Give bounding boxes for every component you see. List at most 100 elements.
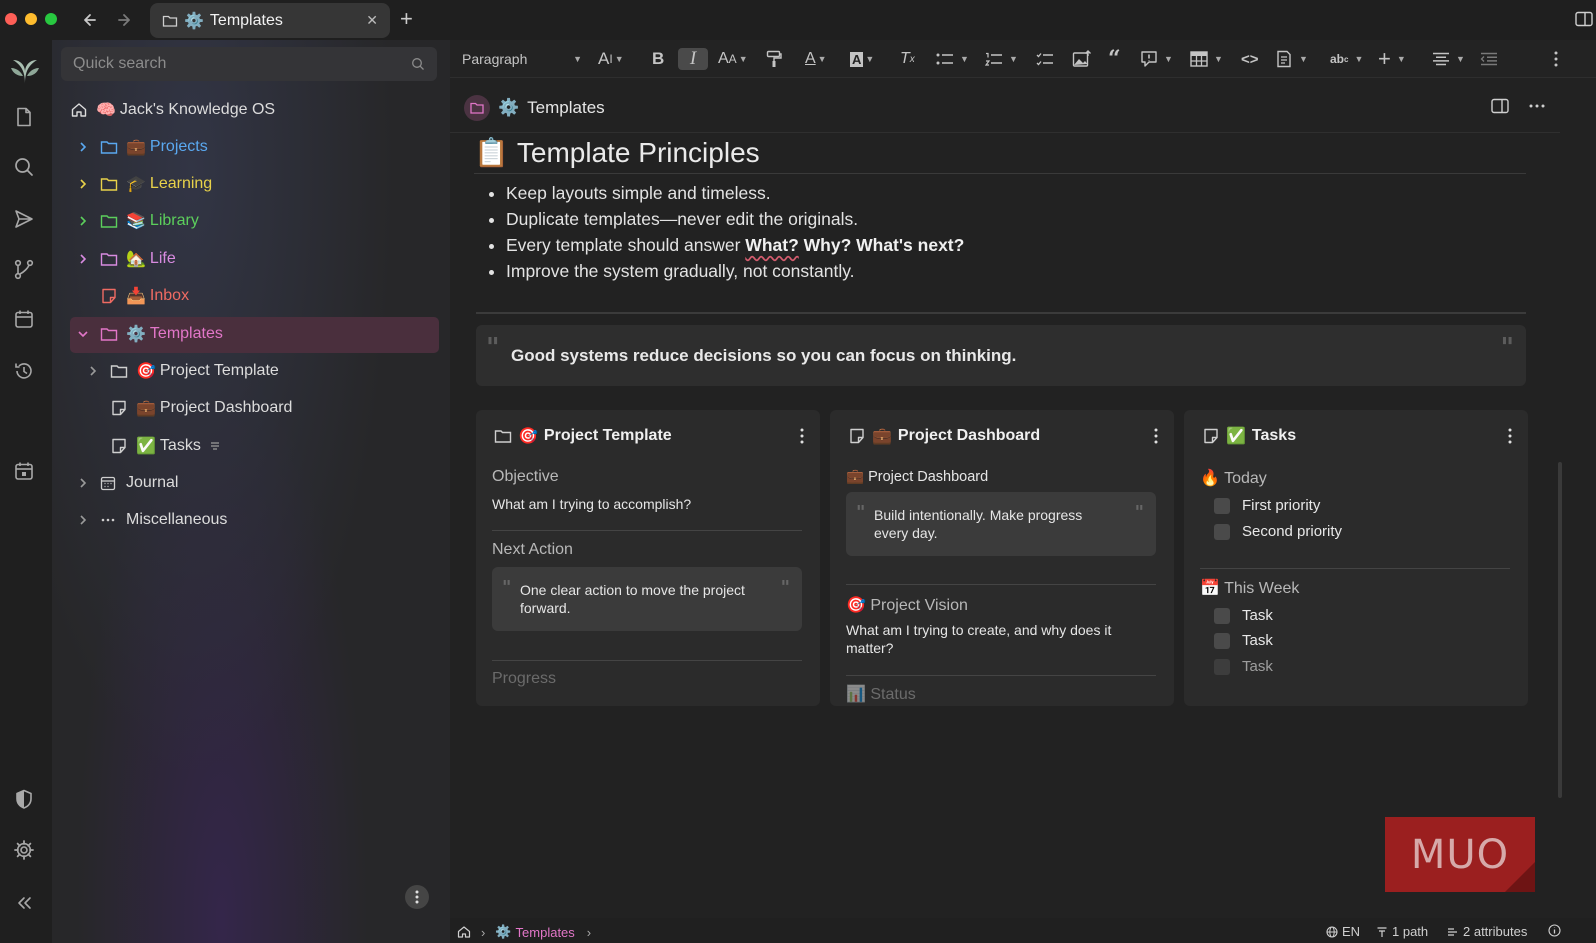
- format-painter-button[interactable]: [766, 48, 782, 70]
- bold-button[interactable]: B: [652, 48, 664, 70]
- quick-search-input[interactable]: Quick search: [61, 47, 437, 81]
- blockquote-button[interactable]: “: [1108, 46, 1121, 72]
- note-paths-indicator[interactable]: 1 path: [1376, 924, 1428, 939]
- note-icon-button[interactable]: [464, 95, 490, 121]
- tree-item-learning[interactable]: 🎓 Learning: [76, 167, 212, 201]
- tree-item-life[interactable]: 🏡 Life: [76, 242, 176, 276]
- tab-templates[interactable]: ⚙️ Templates ✕: [150, 3, 390, 38]
- clear-format-button[interactable]: Tx: [900, 48, 915, 70]
- todo-list-button[interactable]: [1036, 48, 1054, 70]
- folder-icon: [162, 15, 178, 27]
- editor-scrollbar[interactable]: [1558, 462, 1562, 798]
- card-title[interactable]: 💼 Project Dashboard: [848, 426, 1040, 446]
- checkbox[interactable]: [1214, 632, 1230, 649]
- text-color-button[interactable]: A ▼: [805, 48, 827, 70]
- todo-item[interactable]: Task: [1214, 607, 1273, 624]
- block-type-select[interactable]: Paragraph ▼: [462, 48, 582, 70]
- chevron-down-icon[interactable]: [76, 329, 90, 339]
- note-actions-button[interactable]: [1529, 104, 1545, 108]
- card-menu-button[interactable]: [1154, 428, 1158, 444]
- tree-item-project-dashboard[interactable]: 💼 Project Dashboard: [110, 391, 292, 425]
- tree-item-inbox[interactable]: 📥 Inbox: [100, 279, 189, 313]
- info-button[interactable]: [1548, 924, 1561, 937]
- new-note-icon[interactable]: [13, 106, 35, 128]
- chevron-right-icon[interactable]: [86, 365, 100, 377]
- principles-list[interactable]: Keep layouts simple and timeless. Duplic…: [506, 180, 964, 284]
- more-toolbar-button[interactable]: [1554, 48, 1558, 70]
- chevron-right-icon[interactable]: [76, 215, 90, 227]
- new-tab-button[interactable]: +: [400, 8, 413, 30]
- todo-item[interactable]: Task: [1214, 632, 1273, 649]
- spellcheck-button[interactable]: ab c ▼: [1330, 48, 1363, 70]
- tree-item-templates[interactable]: ⚙️ Templates: [76, 317, 223, 351]
- chevron-right-icon[interactable]: [76, 141, 90, 153]
- toggle-sidebar-button[interactable]: [1491, 98, 1509, 114]
- chevron-right-icon[interactable]: [76, 514, 90, 526]
- highlight-color-button[interactable]: A ▼: [850, 48, 874, 70]
- checkbox[interactable]: [1214, 523, 1230, 540]
- checkbox[interactable]: [1214, 658, 1230, 675]
- settings-gear-icon[interactable]: [13, 839, 35, 861]
- card-project-template[interactable]: 🎯 Project Template Objective What am I t…: [476, 410, 820, 706]
- tree-item-miscellaneous[interactable]: Miscellaneous: [76, 503, 227, 537]
- attributes-indicator[interactable]: 2 attributes: [1447, 924, 1527, 939]
- card-project-dashboard[interactable]: 💼 Project Dashboard 💼 Project Dashboard …: [830, 410, 1174, 706]
- letter-case-button[interactable]: A A ▼: [718, 48, 748, 70]
- insert-image-button[interactable]: [1072, 48, 1092, 70]
- tree-item-projects[interactable]: 💼 Projects: [76, 130, 208, 164]
- books-emoji: 📚: [126, 213, 146, 230]
- card-title[interactable]: 🎯 Project Template: [494, 426, 672, 446]
- today-calendar-icon[interactable]: [13, 460, 35, 482]
- include-note-button[interactable]: ▼: [1275, 48, 1308, 70]
- numbered-list-button[interactable]: ▼: [985, 48, 1018, 70]
- card-menu-button[interactable]: [800, 428, 804, 444]
- minimize-window-button[interactable]: [25, 13, 37, 25]
- insert-button[interactable]: + ▼: [1378, 46, 1406, 71]
- chevron-right-icon[interactable]: [76, 253, 90, 265]
- alignment-button[interactable]: ▼: [1432, 48, 1465, 70]
- todo-item[interactable]: First priority: [1214, 497, 1320, 514]
- maximize-window-button[interactable]: [45, 13, 57, 25]
- todo-item[interactable]: Task: [1214, 658, 1273, 675]
- home-icon[interactable]: [457, 925, 471, 939]
- callout-button[interactable]: ▼: [1140, 48, 1173, 70]
- tree-options-button[interactable]: [405, 885, 429, 909]
- breadcrumb-item[interactable]: Templates: [516, 925, 575, 940]
- card-title[interactable]: ✅ Tasks: [1202, 426, 1296, 446]
- chevron-right-icon[interactable]: [76, 477, 90, 489]
- search-icon[interactable]: [13, 156, 35, 178]
- code-block-button[interactable]: <>: [1241, 48, 1259, 70]
- insert-table-button[interactable]: ▼: [1190, 48, 1223, 70]
- forward-button[interactable]: [112, 9, 134, 31]
- checkbox[interactable]: [1214, 607, 1230, 624]
- app-logo-icon[interactable]: [7, 54, 43, 86]
- calendar-icon[interactable]: [13, 308, 35, 330]
- note-title[interactable]: Templates: [527, 98, 604, 118]
- language-indicator[interactable]: EN: [1326, 924, 1360, 939]
- close-window-button[interactable]: [5, 13, 17, 25]
- chevron-right-icon[interactable]: [76, 178, 90, 190]
- protected-session-icon[interactable]: [13, 788, 35, 810]
- collapse-sidebar-icon[interactable]: [13, 892, 35, 914]
- blockquote[interactable]: " Good systems reduce decisions so you c…: [476, 325, 1526, 386]
- text-size-button[interactable]: A I ▼: [598, 48, 624, 70]
- tree-item-library[interactable]: 📚 Library: [76, 204, 199, 238]
- outdent-button[interactable]: [1480, 48, 1498, 70]
- toggle-right-pane-button[interactable]: [1575, 11, 1593, 27]
- bullet-list-button[interactable]: ▼: [936, 48, 969, 70]
- italic-button[interactable]: I: [678, 48, 708, 70]
- send-icon[interactable]: [13, 208, 35, 230]
- tree-item-tasks[interactable]: ✅ Tasks: [110, 429, 221, 463]
- tree-item-project-template[interactable]: 🎯 Project Template: [86, 354, 279, 388]
- card-tasks[interactable]: ✅ Tasks 🔥 Today First priority Second pr…: [1184, 410, 1528, 706]
- relation-map-icon[interactable]: [13, 258, 35, 280]
- card-menu-button[interactable]: [1508, 428, 1512, 444]
- close-tab-icon[interactable]: ✕: [366, 12, 378, 29]
- checkbox[interactable]: [1214, 497, 1230, 514]
- tree-root[interactable]: 🧠 Jack's Knowledge OS: [70, 93, 275, 127]
- tree-item-journal[interactable]: Journal: [76, 466, 178, 500]
- history-icon[interactable]: [13, 360, 35, 382]
- heading-template-principles[interactable]: 📋 Template Principles: [474, 136, 760, 169]
- todo-item[interactable]: Second priority: [1214, 523, 1342, 540]
- back-button[interactable]: [80, 9, 102, 31]
